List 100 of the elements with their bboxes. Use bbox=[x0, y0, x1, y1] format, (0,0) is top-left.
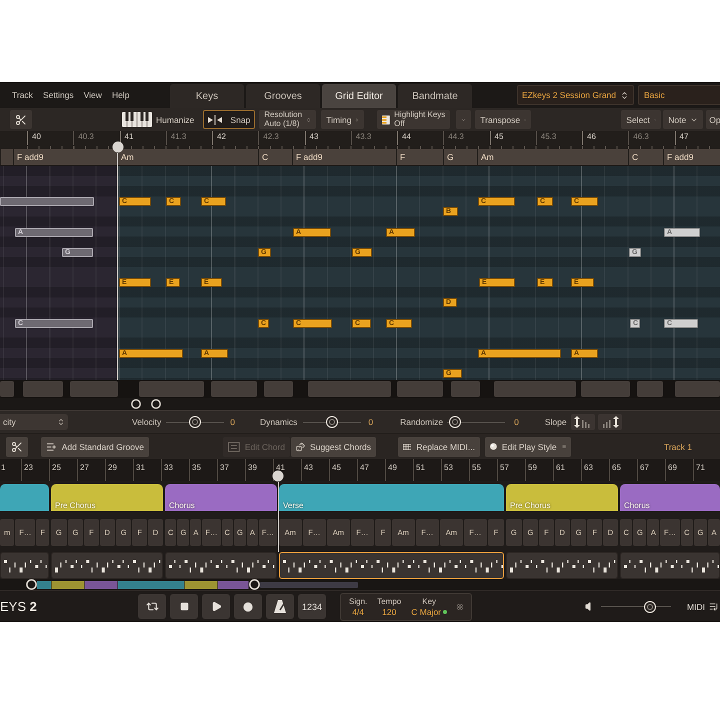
edit-play-style-button[interactable]: Edit Play Style bbox=[485, 436, 571, 456]
scissors-button[interactable] bbox=[10, 110, 32, 129]
chord-block[interactable]: F add9 bbox=[663, 149, 720, 165]
transpose-dropdown[interactable]: Transpose bbox=[475, 110, 532, 129]
bar-number: 43 bbox=[301, 459, 329, 481]
field-value[interactable]: 4/4 bbox=[352, 606, 364, 616]
chord-block[interactable]: F add9 bbox=[13, 149, 117, 165]
menu-item[interactable]: Settings bbox=[42, 90, 74, 100]
ruler-label: 44.3 bbox=[443, 131, 490, 145]
select-dropdown[interactable]: Select bbox=[621, 110, 662, 129]
bar-number: 27 bbox=[77, 459, 105, 481]
groove-clip[interactable] bbox=[0, 552, 49, 579]
timing-dropdown[interactable]: Timing bbox=[321, 110, 364, 129]
ruler-label: 40 bbox=[27, 131, 74, 145]
song-section[interactable]: Chorus bbox=[165, 484, 277, 511]
scissors-button[interactable] bbox=[6, 436, 28, 456]
record-icon bbox=[243, 602, 253, 612]
keyboard-icon bbox=[403, 442, 412, 452]
scissors-icon bbox=[15, 114, 27, 126]
metronome-button[interactable] bbox=[266, 594, 294, 619]
ruler-label: 46 bbox=[582, 131, 628, 145]
ruler-label: 46.3 bbox=[628, 131, 674, 145]
snap-button[interactable]: Snap bbox=[203, 110, 256, 129]
clip-block bbox=[23, 381, 63, 397]
parameter-dropdown[interactable]: city bbox=[0, 414, 68, 430]
slider-value: 0 bbox=[514, 417, 519, 427]
slope-icon bbox=[600, 416, 619, 428]
slider-thumb[interactable] bbox=[449, 416, 462, 428]
highlight-keys-button[interactable]: Highlight Keys Off bbox=[377, 110, 450, 129]
replace-midi-button[interactable]: Replace MIDI... bbox=[398, 436, 480, 456]
chord-block[interactable]: C bbox=[258, 149, 292, 165]
slider-thumb[interactable] bbox=[326, 416, 338, 428]
chord-block[interactable]: C bbox=[628, 149, 663, 165]
options-button[interactable]: Op bbox=[706, 110, 720, 129]
chord-block[interactable]: F add9 bbox=[292, 149, 396, 165]
bar-number: 45 bbox=[329, 459, 357, 481]
snap-icon bbox=[208, 114, 222, 124]
record-button[interactable] bbox=[234, 594, 262, 619]
chevrons-up-down-icon bbox=[355, 116, 360, 124]
playhead-handle-icon[interactable] bbox=[112, 141, 124, 153]
play-button[interactable] bbox=[202, 594, 230, 619]
instrument-dropdown[interactable]: EZkeys 2 Session Grand bbox=[517, 85, 634, 105]
disc-icon bbox=[490, 441, 497, 452]
slope-up-button[interactable] bbox=[570, 414, 595, 430]
list-arrow-icon[interactable] bbox=[709, 602, 718, 611]
chord-block[interactable]: F bbox=[396, 149, 443, 165]
bar-number: 61 bbox=[553, 459, 581, 481]
chord-block[interactable]: Am bbox=[117, 149, 258, 165]
field-value[interactable]: 120 bbox=[382, 606, 396, 616]
slider-thumb[interactable] bbox=[644, 600, 656, 612]
field-value[interactable]: C Major bbox=[411, 606, 442, 616]
clip-block bbox=[637, 381, 663, 397]
midi-button[interactable]: MIDI bbox=[687, 602, 705, 612]
stop-button[interactable] bbox=[170, 594, 198, 619]
playhead-handle-icon[interactable] bbox=[272, 470, 284, 482]
slider-label: Velocity bbox=[132, 417, 162, 427]
tab[interactable]: Bandmate bbox=[398, 84, 472, 108]
loop-icon bbox=[146, 600, 158, 613]
clip-block bbox=[451, 381, 480, 397]
bar-number: 37 bbox=[217, 459, 245, 481]
range-handle-icon[interactable] bbox=[249, 579, 260, 590]
chord-grid-icon bbox=[228, 442, 240, 452]
grid-icon[interactable] bbox=[457, 602, 463, 612]
chevrons-up-down-icon bbox=[620, 90, 629, 100]
song-section[interactable]: Chorus bbox=[620, 484, 720, 511]
chevrons-up-down-icon bbox=[57, 418, 65, 426]
menu-item[interactable]: View bbox=[84, 90, 102, 100]
bar-number: 71 bbox=[693, 459, 720, 481]
add-groove-button[interactable]: Add Standard Groove bbox=[41, 436, 149, 456]
ruler-label: 43.3 bbox=[350, 131, 397, 145]
bar-number: 57 bbox=[497, 459, 525, 481]
humanize-button[interactable]: Humanize bbox=[117, 110, 200, 129]
note-dropdown[interactable]: Note bbox=[663, 110, 704, 129]
ruler-label: 43 bbox=[304, 131, 351, 145]
field-label: Key bbox=[422, 596, 436, 606]
resolution-dropdown[interactable]: Resolution Auto (1/8) bbox=[259, 110, 316, 129]
field-label: Sign. bbox=[349, 596, 368, 606]
tab[interactable]: Grooves bbox=[246, 84, 320, 108]
dice-icon bbox=[296, 440, 306, 452]
menu-item[interactable]: Track bbox=[12, 90, 33, 100]
list-plus-icon bbox=[46, 440, 57, 452]
range-handle-icon[interactable] bbox=[26, 579, 37, 590]
slider-value: 0 bbox=[230, 417, 236, 427]
preset-field[interactable]: Basic bbox=[638, 85, 720, 105]
slider-label: Randomize bbox=[400, 417, 444, 427]
tab[interactable]: Grid Editor bbox=[322, 84, 396, 108]
menu-item[interactable]: Help bbox=[112, 90, 130, 100]
tab[interactable]: Keys bbox=[170, 84, 244, 108]
loop-button[interactable] bbox=[138, 594, 166, 619]
menu-icon bbox=[562, 443, 566, 450]
clip-block bbox=[675, 381, 720, 397]
chord-block[interactable]: Am bbox=[477, 149, 628, 165]
suggest-chords-button[interactable]: Suggest Chords bbox=[291, 436, 376, 456]
bar-number: 53 bbox=[441, 459, 469, 481]
slope-icon bbox=[574, 416, 592, 428]
slider-thumb[interactable] bbox=[189, 416, 202, 428]
bar-number: 35 bbox=[189, 459, 217, 481]
slope-down-button[interactable] bbox=[598, 414, 622, 430]
count-in-button[interactable]: 1234 bbox=[298, 594, 326, 619]
chord-block[interactable]: G bbox=[443, 149, 477, 165]
